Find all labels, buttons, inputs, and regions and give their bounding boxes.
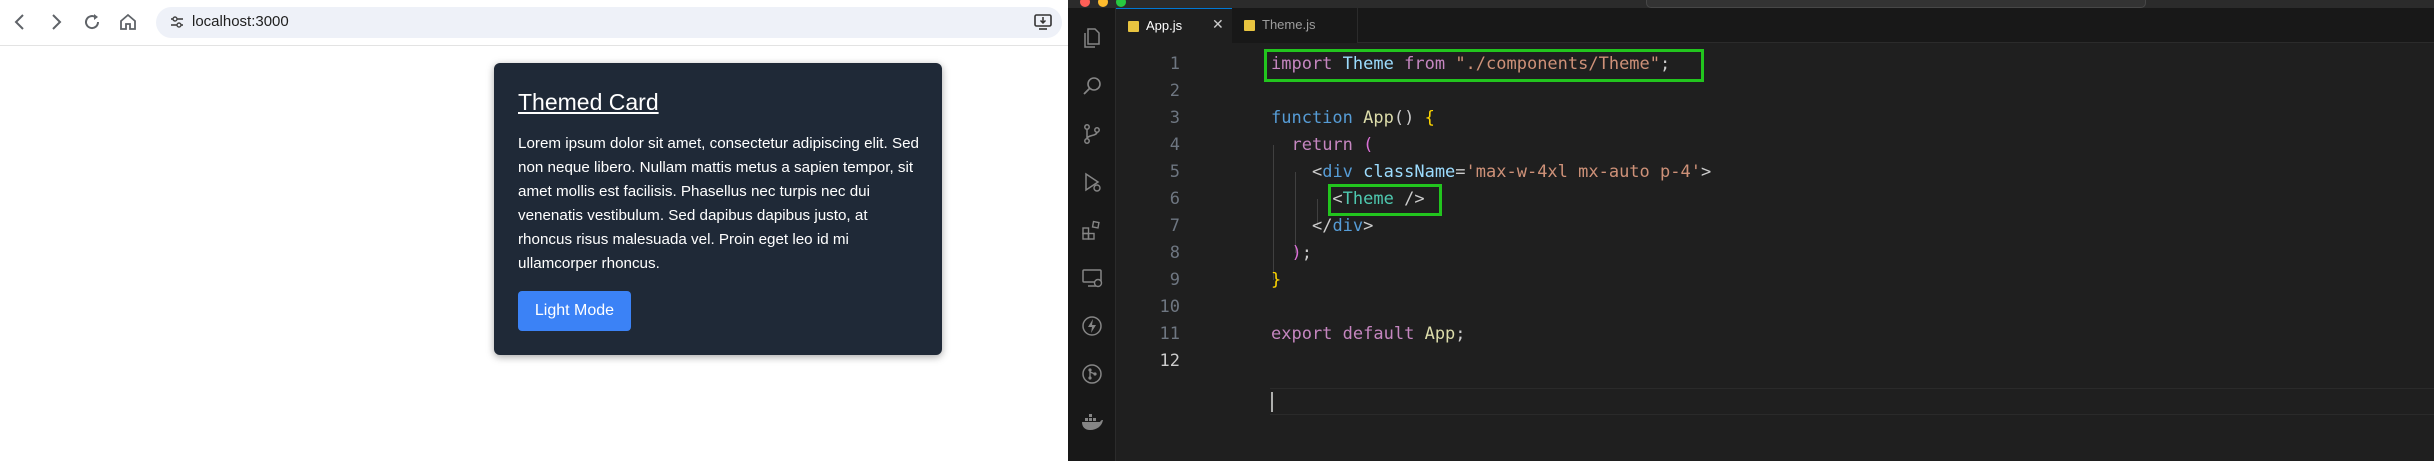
search-icon[interactable] (1080, 74, 1104, 98)
docker-icon[interactable] (1080, 410, 1104, 434)
tab-label: Theme.js (1262, 17, 1316, 32)
line-number: 4 (1169, 135, 1180, 155)
close-window-icon[interactable] (1080, 0, 1090, 7)
code-token: > (1700, 162, 1712, 182)
theme-component-highlight-box (1328, 184, 1442, 216)
card-body-text: Lorem ipsum dolor sit amet, consectetur … (518, 135, 919, 272)
tab-label: App.js (1146, 18, 1183, 33)
home-icon[interactable] (116, 10, 140, 34)
code-line: </div> (1271, 213, 1373, 240)
line-number: 2 (1169, 81, 1180, 101)
line-number: 9 (1169, 270, 1180, 290)
forward-icon[interactable] (44, 10, 68, 34)
code-line: function App() { (1271, 105, 1435, 132)
line-number: 11 (1159, 324, 1180, 344)
source-control-icon[interactable] (1080, 122, 1104, 146)
remote-explorer-icon[interactable] (1080, 266, 1104, 290)
code-token: function (1271, 108, 1353, 128)
line-number: 10 (1159, 297, 1180, 317)
code-token: div (1322, 162, 1353, 182)
browser-toolbar: localhost:3000 (0, 0, 1068, 46)
code-line: } (1271, 267, 1281, 294)
browser-window: localhost:3000 Themed Card Lorem ipsum d… (0, 0, 1068, 461)
code-line: return ( (1271, 132, 1373, 159)
tab-app-js[interactable]: App.js ✕ (1116, 8, 1232, 43)
code-line: export default App; (1271, 321, 1466, 348)
code-token: } (1271, 270, 1282, 290)
line-number: 7 (1169, 216, 1180, 236)
code-token: export (1271, 324, 1333, 344)
card-title: Themed Card (518, 89, 659, 115)
site-info-icon[interactable] (170, 15, 184, 29)
light-mode-button[interactable]: Light Mode (518, 291, 631, 331)
line-number: 1 (1169, 54, 1180, 74)
javascript-file-icon (1244, 20, 1255, 31)
code-token: 'max-w-4xl mx-auto p-4' (1465, 162, 1701, 182)
themed-card: Themed Card Lorem ipsum dolor sit amet, … (494, 63, 942, 355)
install-app-icon[interactable] (1034, 14, 1052, 30)
current-line-highlight (1270, 388, 2434, 415)
git-graph-icon[interactable] (1080, 362, 1104, 386)
url-text[interactable]: localhost:3000 (192, 13, 289, 30)
javascript-file-icon (1128, 21, 1139, 32)
code-token: { (1424, 108, 1435, 128)
line-number: 12 (1159, 351, 1180, 371)
code-token: default (1342, 324, 1415, 344)
reload-icon[interactable] (80, 10, 104, 34)
minimize-window-icon[interactable] (1098, 0, 1108, 7)
code-token: < (1311, 162, 1323, 182)
code-line: ); (1271, 240, 1312, 267)
run-debug-icon[interactable] (1080, 170, 1104, 194)
code-editor-window: App.js ✕ Theme.js 1 2 3 4 5 6 7 8 9 10 11 12 import… (1068, 0, 2434, 461)
extensions-icon[interactable] (1080, 218, 1104, 242)
code-token: () (1393, 108, 1425, 128)
code-token: App (1424, 324, 1456, 344)
code-token: ; (1455, 324, 1466, 344)
import-highlight-box (1264, 49, 1704, 82)
title-bar (1068, 0, 2434, 8)
code-token: className (1363, 162, 1456, 182)
address-bar[interactable]: localhost:3000 (156, 7, 1062, 38)
code-area[interactable]: 1 2 3 4 5 6 7 8 9 10 11 12 import Theme from "./com… (1116, 43, 2434, 461)
code-token: return (1291, 135, 1353, 155)
code-token: </ (1311, 216, 1333, 236)
line-number: 6 (1169, 189, 1180, 209)
code-token: ) (1291, 243, 1302, 263)
code-token: div (1332, 216, 1364, 236)
code-token: App (1363, 108, 1394, 128)
code-line: <div className='max-w-4xl mx-auto p-4'> (1271, 159, 1711, 186)
code-token: ; (1301, 243, 1312, 263)
editor-tabs: App.js ✕ Theme.js (1116, 8, 2434, 43)
tab-theme-js[interactable]: Theme.js (1232, 8, 1358, 43)
back-icon[interactable] (8, 10, 32, 34)
activity-bar (1068, 8, 1116, 461)
lightning-icon[interactable] (1080, 314, 1104, 338)
text-cursor (1271, 392, 1273, 412)
code-token: ( (1363, 135, 1374, 155)
line-number: 5 (1169, 162, 1180, 182)
line-number: 8 (1169, 243, 1180, 263)
line-number: 3 (1169, 108, 1180, 128)
explorer-icon[interactable] (1080, 26, 1104, 50)
command-center-search[interactable] (1646, 0, 2146, 8)
code-token: = (1455, 162, 1466, 182)
maximize-window-icon[interactable] (1116, 0, 1126, 7)
code-token: > (1363, 216, 1374, 236)
close-tab-icon[interactable]: ✕ (1212, 17, 1224, 33)
